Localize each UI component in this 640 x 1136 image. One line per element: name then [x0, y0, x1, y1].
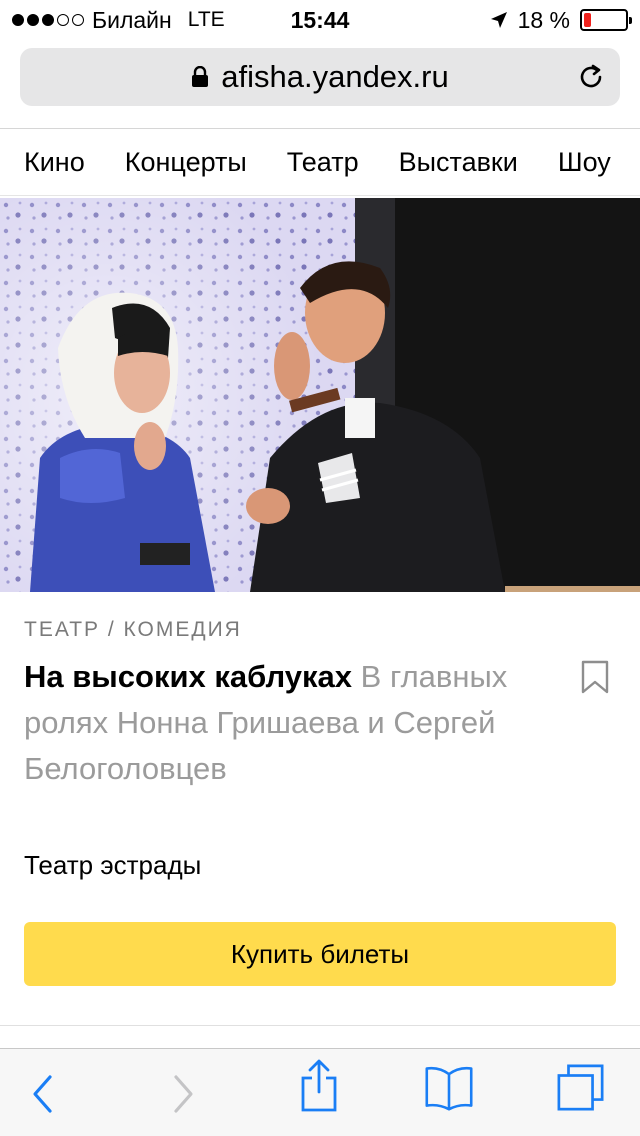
- book-icon: [425, 1066, 473, 1111]
- event-photo[interactable]: [0, 198, 640, 592]
- tabs-icon: [557, 1064, 604, 1111]
- buy-tickets-button[interactable]: Купить билеты: [24, 922, 616, 986]
- location-arrow-icon: [490, 12, 507, 28]
- chevron-left-icon: [33, 1075, 52, 1113]
- category-nav: Кино Концерты Театр Выставки Шоу: [0, 128, 640, 196]
- status-bar: Билайн LTE 15:44 18 %: [0, 0, 640, 40]
- chevron-right-icon: [174, 1075, 193, 1113]
- back-button[interactable]: [18, 1071, 68, 1117]
- bookmark-icon[interactable]: [580, 660, 610, 694]
- tabs-button[interactable]: [556, 1064, 606, 1111]
- network-type: LTE: [187, 8, 225, 31]
- nav-item-theatre[interactable]: Театр: [287, 147, 359, 178]
- event-card: ТЕАТР / КОМЕДИЯ На высоких каблуках В гл…: [0, 592, 640, 1026]
- battery-percent: 18 %: [517, 6, 570, 33]
- event-title-block[interactable]: На высоких каблуках В главных ролях Нонн…: [24, 654, 554, 792]
- nav-item-concerts[interactable]: Концерты: [125, 147, 247, 178]
- lock-icon: [192, 66, 209, 87]
- signal-strength-icon: [12, 14, 84, 26]
- bookmarks-button[interactable]: [424, 1065, 474, 1111]
- url-text: afisha.yandex.ru: [221, 59, 449, 94]
- event-venue[interactable]: Театр эстрады: [24, 850, 201, 881]
- battery-level-fill: [584, 13, 592, 27]
- share-button[interactable]: [294, 1059, 344, 1112]
- browser-toolbar: [0, 1048, 640, 1136]
- forward-button[interactable]: [158, 1071, 208, 1117]
- share-icon: [301, 1059, 337, 1112]
- event-category: ТЕАТР / КОМЕДИЯ: [24, 618, 242, 641]
- nav-item-kino[interactable]: Кино: [24, 147, 85, 178]
- nav-item-exhibitions[interactable]: Выставки: [399, 147, 518, 178]
- address-bar[interactable]: afisha.yandex.ru: [20, 48, 620, 106]
- battery-icon: [580, 9, 632, 31]
- event-photo-illustration: [0, 198, 640, 592]
- carrier-name: Билайн: [92, 6, 172, 33]
- reload-icon[interactable]: [576, 62, 606, 92]
- event-title[interactable]: На высоких каблуках: [24, 659, 352, 694]
- nav-item-shows[interactable]: Шоу: [558, 147, 611, 178]
